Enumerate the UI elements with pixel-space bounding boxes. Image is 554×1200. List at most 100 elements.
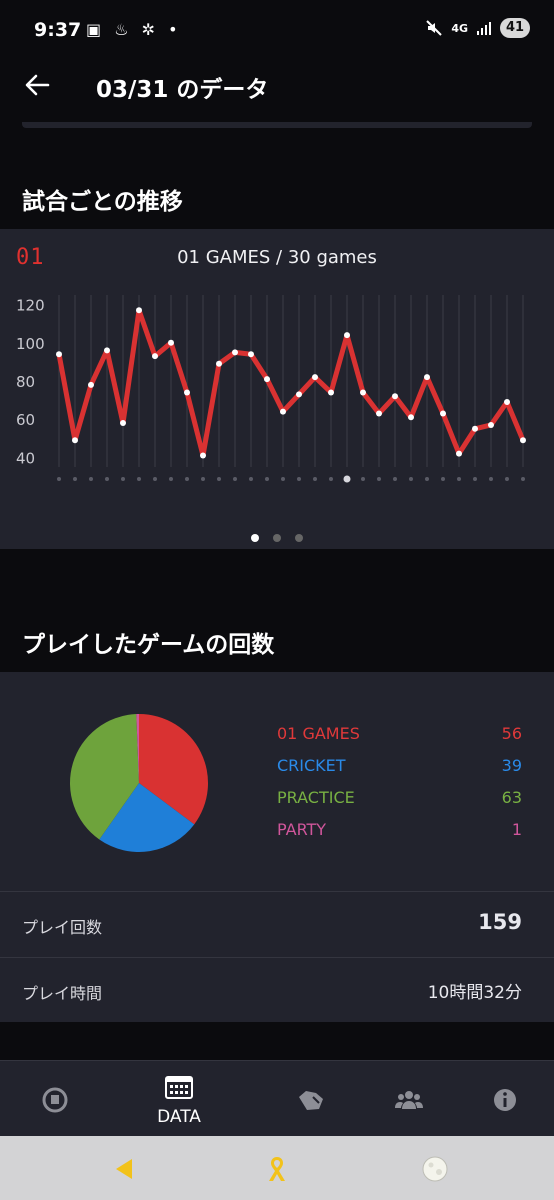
selected-game-marker[interactable]: [343, 475, 351, 483]
play-count-value: 159: [478, 910, 522, 934]
game-index-marker[interactable]: [313, 477, 317, 481]
data-point[interactable]: [328, 389, 334, 396]
legend-label: CRICKET: [277, 756, 346, 775]
data-point[interactable]: [312, 374, 318, 381]
nav-item-friends[interactable]: [354, 1061, 464, 1137]
game-index-marker[interactable]: [473, 477, 477, 481]
network-label: 4G: [451, 21, 468, 35]
data-point[interactable]: [344, 332, 350, 339]
data-point[interactable]: [264, 376, 270, 383]
data-point[interactable]: [520, 437, 526, 444]
game-index-marker[interactable]: [233, 477, 237, 481]
chart-pager[interactable]: [0, 527, 554, 546]
data-point[interactable]: [152, 353, 158, 360]
data-point[interactable]: [424, 374, 430, 381]
app-bar: 03/31 のデータ: [0, 62, 554, 124]
nav-item-info[interactable]: [450, 1061, 554, 1137]
pager-dot[interactable]: [295, 534, 303, 542]
data-point[interactable]: [248, 351, 254, 358]
game-index-marker[interactable]: [73, 477, 77, 481]
system-nav-bar: [0, 1136, 554, 1200]
data-point[interactable]: [408, 414, 414, 421]
game-index-marker[interactable]: [249, 477, 253, 481]
game-index-marker[interactable]: [393, 477, 397, 481]
data-point[interactable]: [120, 420, 126, 427]
y-tick-label: 120: [16, 297, 45, 315]
nav-item-data[interactable]: DATA: [124, 1061, 234, 1137]
mute-icon: [426, 20, 443, 36]
game-index-marker[interactable]: [89, 477, 93, 481]
back-triangle-icon[interactable]: [110, 1154, 140, 1184]
game-index-marker[interactable]: [281, 477, 285, 481]
series-line: [56, 307, 526, 459]
game-index-marker[interactable]: [457, 477, 461, 481]
data-point[interactable]: [296, 391, 302, 398]
data-point[interactable]: [360, 389, 366, 396]
pie-chart: [70, 714, 208, 852]
data-point[interactable]: [392, 393, 398, 400]
pager-dot[interactable]: [251, 534, 259, 542]
data-point[interactable]: [472, 425, 478, 432]
data-point[interactable]: [280, 408, 286, 415]
game-index-marker[interactable]: [521, 477, 525, 481]
game-index-marker[interactable]: [57, 477, 61, 481]
signal-icon: [477, 22, 491, 35]
game-index-marker[interactable]: [329, 477, 333, 481]
y-tick-label: 100: [16, 335, 45, 353]
play-time-row: プレイ時間 10時間32分: [0, 958, 554, 1022]
game-index-marker[interactable]: [489, 477, 493, 481]
moon-icon[interactable]: [420, 1154, 450, 1184]
game-index-marker[interactable]: [137, 477, 141, 481]
trend-chart-card[interactable]: 01 01 GAMES / 30 games 40 60 80 100 120: [0, 229, 554, 549]
game-index-marker[interactable]: [361, 477, 365, 481]
data-point[interactable]: [216, 360, 222, 367]
data-point[interactable]: [456, 450, 462, 457]
play-time-value: 10時間32分: [427, 983, 522, 1003]
nav-item-home[interactable]: [0, 1061, 110, 1137]
legend-value: 1: [511, 820, 522, 839]
data-point[interactable]: [200, 452, 206, 459]
data-point[interactable]: [440, 410, 446, 417]
arrow-left-icon[interactable]: [22, 70, 52, 100]
status-time: 9:37: [34, 19, 82, 41]
legend-row: CRICKET 39: [277, 756, 522, 788]
data-point[interactable]: [504, 399, 510, 406]
game-index-marker[interactable]: [217, 477, 221, 481]
data-point[interactable]: [104, 347, 110, 354]
data-point[interactable]: [88, 381, 94, 388]
nav-item-games[interactable]: [256, 1061, 366, 1137]
game-index-marker[interactable]: [505, 477, 509, 481]
dart-board-icon: [299, 1091, 323, 1110]
game-index-marker[interactable]: [105, 477, 109, 481]
game-index-marker[interactable]: [265, 477, 269, 481]
nav-label-data: DATA: [157, 1107, 201, 1127]
bottom-nav: DATA: [0, 1060, 554, 1137]
play-count-label: プレイ回数: [22, 918, 103, 937]
pager-dot[interactable]: [273, 534, 281, 542]
data-point[interactable]: [488, 421, 494, 428]
data-point[interactable]: [232, 349, 238, 356]
game-index-marker[interactable]: [153, 477, 157, 481]
game-index-marker[interactable]: [409, 477, 413, 481]
game-index-marker[interactable]: [377, 477, 381, 481]
ribbon-icon[interactable]: [262, 1154, 292, 1184]
game-index-marker[interactable]: [121, 477, 125, 481]
data-point[interactable]: [376, 410, 382, 417]
data-point[interactable]: [56, 351, 62, 358]
data-point[interactable]: [72, 437, 78, 444]
count-section-title: プレイしたゲームの回数: [22, 632, 275, 658]
game-index-marker[interactable]: [201, 477, 205, 481]
game-index-marker[interactable]: [425, 477, 429, 481]
info-icon: [494, 1089, 516, 1111]
data-point[interactable]: [168, 339, 174, 346]
battery-icon: 41: [500, 18, 530, 38]
game-index-marker[interactable]: [185, 477, 189, 481]
line-chart[interactable]: 40 60 80 100 120: [0, 229, 554, 519]
gauge-icon: [42, 1087, 68, 1113]
data-point[interactable]: [184, 389, 190, 396]
game-index-marker[interactable]: [169, 477, 173, 481]
trend-section-title: 試合ごとの推移: [22, 189, 183, 215]
game-index-marker[interactable]: [297, 477, 301, 481]
data-point[interactable]: [136, 307, 142, 314]
game-index-marker[interactable]: [441, 477, 445, 481]
